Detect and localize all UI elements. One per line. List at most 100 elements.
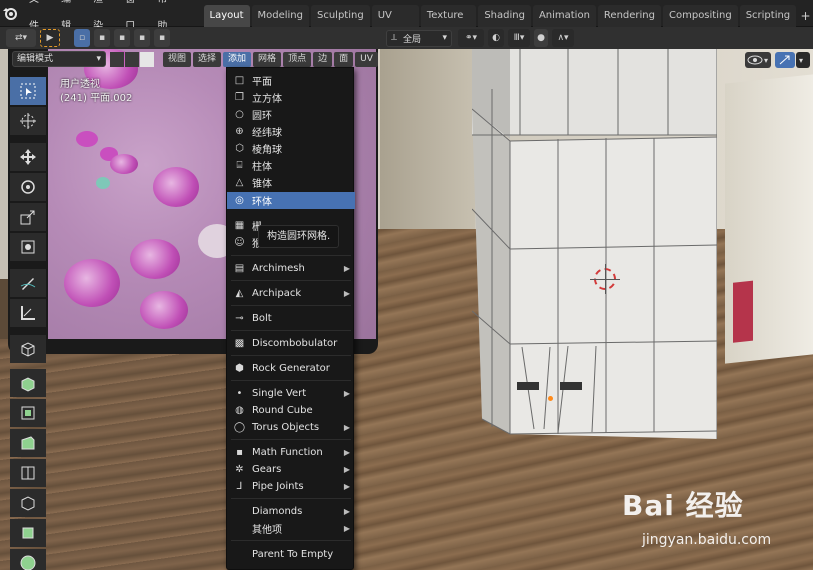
select-new-icon[interactable]: ▫ [74, 29, 90, 47]
menu-item-archipack[interactable]: ◭ Archipack ▶ [227, 285, 355, 302]
menu-uv[interactable]: UV [355, 51, 378, 67]
visibility-eye-icon[interactable]: ▾ [745, 52, 771, 68]
face-select-icon[interactable] [140, 51, 154, 67]
submenu-arrow-icon: ▶ [343, 482, 350, 491]
menu-item-bolt[interactable]: ⊸ Bolt [227, 310, 355, 327]
menu-vertex[interactable]: 顶点 [283, 51, 312, 67]
snap-toggle-icon[interactable]: ◐ [488, 29, 504, 47]
pivot-point-icon[interactable]: ⚭▾ [458, 29, 484, 47]
submenu-arrow-icon: ▶ [343, 289, 350, 298]
menu-item-other[interactable]: 其他项 ▶ [227, 520, 355, 537]
menu-item-label: Parent To Empty [252, 549, 334, 560]
menu-item-cylinder[interactable]: ⌸ 柱体 [227, 157, 355, 174]
tab-sculpting[interactable]: Sculpting [311, 4, 370, 27]
spin-tool-icon[interactable] [10, 549, 46, 570]
blender-logo-icon[interactable] [0, 0, 21, 27]
select-invert-icon[interactable]: ▪ [134, 29, 150, 47]
menu-view[interactable]: 视图 [163, 51, 192, 67]
menu-item-label: 棱角球 [252, 145, 282, 156]
cursor-tool-icon[interactable] [10, 107, 46, 135]
menu-item-torus-objects[interactable]: ◯ Torus Objects ▶ [227, 419, 355, 436]
move-tool-icon[interactable] [10, 143, 46, 171]
falloff-icon[interactable]: ∧▾ [552, 29, 574, 47]
select-box-tool-icon[interactable] [10, 77, 46, 105]
top-bar: 文件 编辑 渲染 窗口 帮助 Layout Modeling Sculpting… [0, 0, 813, 43]
menu-item-label: 柱体 [252, 162, 272, 173]
archipack-icon: ◭ [235, 288, 244, 299]
menu-item-gears[interactable]: ✲ Gears ▶ [227, 461, 355, 478]
snap-target-icon[interactable]: Ⅲ▾ [508, 29, 530, 47]
annotate-tool-icon[interactable] [10, 269, 46, 297]
transform-tool-icon[interactable] [10, 233, 46, 261]
menu-item-pipe-joints[interactable]: ⅃ Pipe Joints ▶ [227, 478, 355, 495]
gizmo-dropdown-chevron-icon[interactable]: ▾ [796, 52, 810, 68]
select-extend-icon[interactable]: ▪ [94, 29, 110, 47]
menu-item-circle[interactable]: ○ 圆环 [227, 106, 355, 123]
torus-tooltip: 构造圆环网格. [258, 225, 340, 248]
menu-item-label: Round Cube [252, 405, 313, 416]
transform-pivot-icon[interactable]: ⇄▾ [6, 29, 36, 47]
menu-item-uv-sphere[interactable]: ⊕ 经纬球 [227, 123, 355, 140]
submenu-arrow-icon: ▶ [343, 524, 350, 533]
proportional-edit-icon[interactable]: ● [534, 29, 548, 47]
building-mesh[interactable] [472, 49, 717, 484]
menu-item-plane[interactable]: □ 平面 [227, 72, 355, 89]
tab-shading[interactable]: Shading [478, 4, 531, 27]
menu-edge[interactable]: 边 [313, 51, 333, 67]
menu-separator [231, 498, 351, 499]
menu-item-archimesh[interactable]: ▤ Archimesh ▶ [227, 260, 355, 277]
tab-scripting[interactable]: Scripting [739, 4, 797, 27]
tab-texture-paint[interactable]: Texture Paint [420, 4, 477, 43]
scale-tool-icon[interactable] [10, 203, 46, 231]
3d-cursor-icon[interactable] [590, 264, 620, 294]
edge-select-icon[interactable] [125, 51, 139, 67]
circle-icon: ○ [235, 109, 244, 120]
poly-build-tool-icon[interactable] [10, 519, 46, 547]
add-workspace-button[interactable]: + [798, 5, 813, 27]
menu-mesh[interactable]: 网格 [253, 51, 282, 67]
menu-item-torus[interactable]: ◎ 环体 [227, 192, 355, 209]
vertex-select-icon[interactable] [110, 51, 124, 67]
menu-item-math-function[interactable]: ▪ Math Function ▶ [227, 444, 355, 461]
inset-tool-icon[interactable] [10, 399, 46, 427]
cylinder-icon: ⌸ [236, 160, 243, 171]
tab-compositing[interactable]: Compositing [663, 4, 738, 27]
tab-modeling[interactable]: Modeling [251, 4, 309, 27]
measure-tool-icon[interactable] [10, 299, 46, 327]
select-tool-icon[interactable]: ▶ [40, 29, 60, 47]
menu-item-round-cube[interactable]: ◍ Round Cube [227, 402, 355, 419]
menu-face[interactable]: 面 [334, 51, 354, 67]
menu-item-cube[interactable]: ❒ 立方体 [227, 89, 355, 106]
menu-item-cone[interactable]: △ 锥体 [227, 174, 355, 191]
bevel-tool-icon[interactable] [10, 429, 46, 457]
gizmo-toggle-icon[interactable] [775, 52, 795, 68]
orientation-dropdown[interactable]: ⟂ 全局 ▾ [386, 29, 452, 47]
tab-animation[interactable]: Animation [532, 4, 596, 27]
menu-item-diamonds[interactable]: Diamonds ▶ [227, 503, 355, 520]
menu-add[interactable]: 添加 [223, 51, 252, 67]
add-cube-tool-icon[interactable] [10, 335, 46, 363]
round-cube-icon: ◍ [235, 405, 244, 416]
menu-select[interactable]: 选择 [193, 51, 222, 67]
menu-item-discombobulator[interactable]: ▩ Discombobulator [227, 335, 355, 352]
tab-rendering[interactable]: Rendering [597, 4, 661, 27]
menu-item-single-vert[interactable]: • Single Vert ▶ [227, 385, 355, 402]
tab-layout[interactable]: Layout [203, 4, 250, 27]
menu-item-label: Single Vert [252, 388, 307, 399]
view-name: 用户透视 [60, 79, 100, 90]
select-subtract-icon[interactable]: ▪ [114, 29, 130, 47]
menu-item-label: Torus Objects [252, 422, 320, 433]
submenu-arrow-icon: ▶ [343, 389, 350, 398]
mode-dropdown[interactable]: 编辑模式 [12, 51, 106, 67]
menu-item-label: 经纬球 [252, 128, 282, 139]
tab-uv-editing[interactable]: UV Editing [371, 4, 419, 43]
loop-cut-tool-icon[interactable] [10, 459, 46, 487]
menu-item-parent-to-empty[interactable]: Parent To Empty [227, 546, 355, 563]
extrude-tool-icon[interactable] [10, 369, 46, 397]
menu-item-rock-generator[interactable]: ⬢ Rock Generator [227, 360, 355, 377]
select-intersect-icon[interactable]: ▪ [154, 29, 170, 47]
rotate-tool-icon[interactable] [10, 173, 46, 201]
knife-tool-icon[interactable] [10, 489, 46, 517]
menu-item-ico-sphere[interactable]: ⬡ 棱角球 [227, 140, 355, 157]
selected-vertex[interactable] [548, 396, 553, 401]
